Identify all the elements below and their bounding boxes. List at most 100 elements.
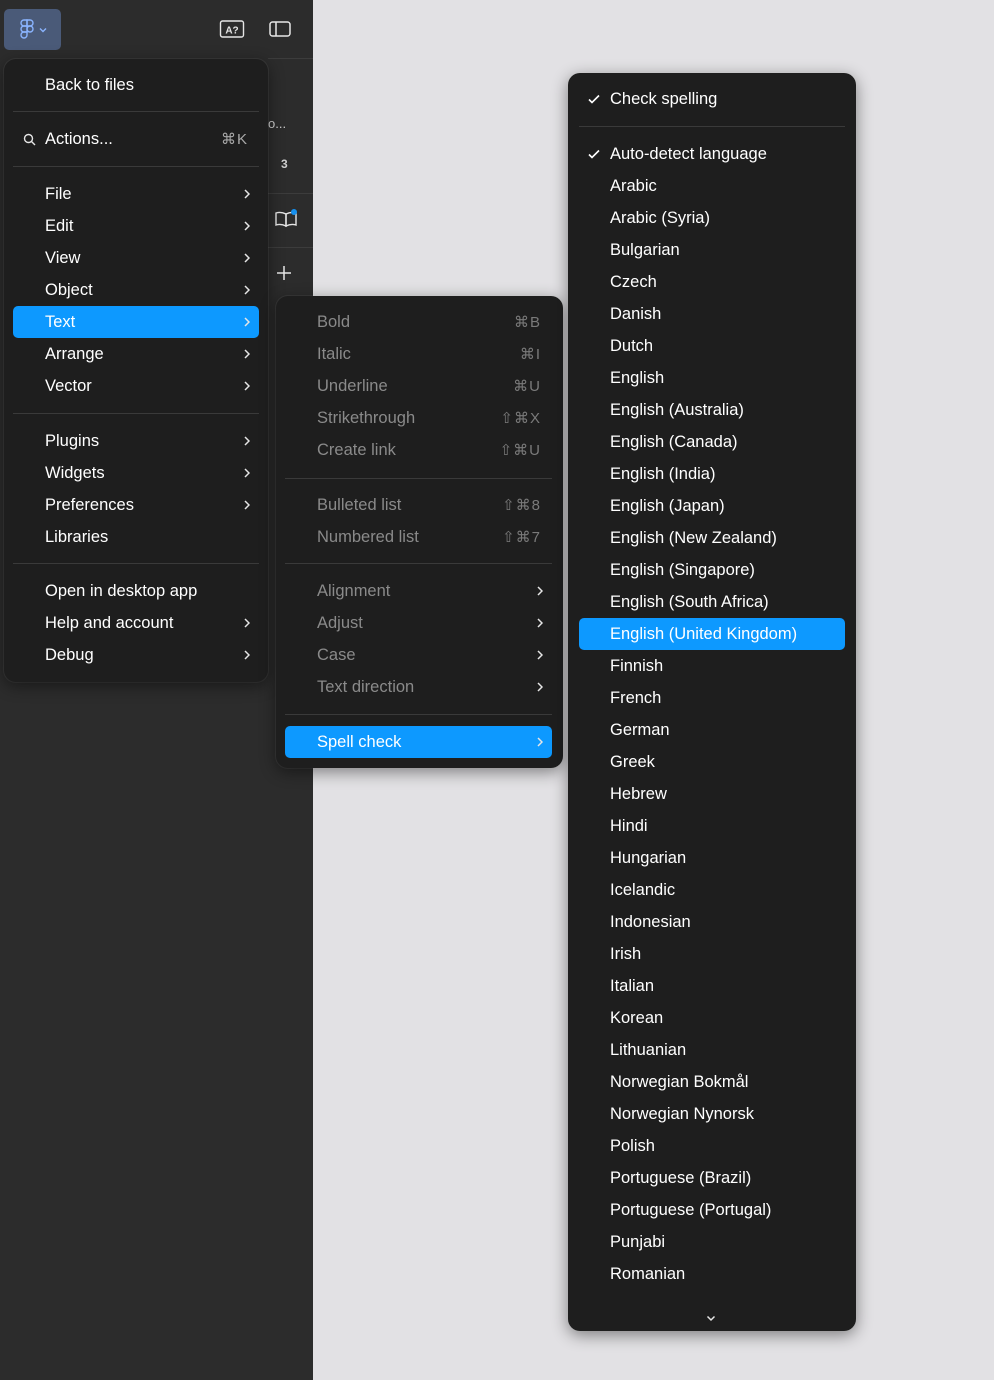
menu-item-arrange[interactable]: Arrange bbox=[13, 338, 259, 370]
language-hungarian[interactable]: Hungarian bbox=[579, 842, 845, 874]
main-menu-button[interactable] bbox=[4, 9, 61, 50]
language-english-united-kingdom[interactable]: English (United Kingdom) bbox=[579, 618, 845, 650]
menu-item-edit[interactable]: Edit bbox=[13, 210, 259, 242]
check-spelling-item-label: Check spelling bbox=[610, 89, 718, 108]
menu-separator bbox=[13, 111, 259, 112]
language-romanian[interactable]: Romanian bbox=[579, 1258, 845, 1290]
language-english-japan[interactable]: English (Japan) bbox=[579, 490, 845, 522]
language-english-india[interactable]: English (India) bbox=[579, 458, 845, 490]
text-item-text-direction-label: Text direction bbox=[317, 677, 415, 696]
language-finnish[interactable]: Finnish bbox=[579, 650, 845, 682]
back-to-files-item[interactable]: Back to files bbox=[13, 69, 259, 101]
sidebar-divider bbox=[268, 58, 313, 59]
menu-item-view[interactable]: View bbox=[13, 242, 259, 274]
menu-item-open-in-desktop-app-label: Open in desktop app bbox=[45, 581, 198, 600]
text-item-bulleted-list[interactable]: Bulleted list ⇧⌘8 bbox=[285, 489, 552, 521]
language-portuguese-brazil[interactable]: Portuguese (Brazil) bbox=[579, 1162, 845, 1194]
menu-item-plugins-label: Plugins bbox=[45, 431, 100, 450]
language-czech[interactable]: Czech bbox=[579, 266, 845, 298]
text-item-case-label: Case bbox=[317, 645, 356, 664]
text-item-text-direction[interactable]: Text direction bbox=[285, 671, 552, 703]
menu-item-vector[interactable]: Vector bbox=[13, 370, 259, 402]
menu-item-open-in-desktop-app[interactable]: Open in desktop app bbox=[13, 575, 259, 607]
language-arabic[interactable]: Arabic bbox=[579, 170, 845, 202]
language-hebrew[interactable]: Hebrew bbox=[579, 778, 845, 810]
menu-item-object[interactable]: Object bbox=[13, 274, 259, 306]
language-punjabi[interactable]: Punjabi bbox=[579, 1226, 845, 1258]
language-danish[interactable]: Danish bbox=[579, 298, 845, 330]
language-indonesian[interactable]: Indonesian bbox=[579, 906, 845, 938]
text-item-strikethrough[interactable]: Strikethrough ⇧⌘X bbox=[285, 402, 552, 434]
language-hindi[interactable]: Hindi bbox=[579, 810, 845, 842]
text-item-alignment[interactable]: Alignment bbox=[285, 575, 552, 607]
language-italian[interactable]: Italian bbox=[579, 970, 845, 1002]
language-hindi-label: Hindi bbox=[610, 816, 648, 835]
language-dutch[interactable]: Dutch bbox=[579, 330, 845, 362]
menu-item-libraries[interactable]: Libraries bbox=[13, 521, 259, 553]
menu-item-widgets-label: Widgets bbox=[45, 463, 105, 482]
language-english-new-zealand[interactable]: English (New Zealand) bbox=[579, 522, 845, 554]
menu-item-preferences[interactable]: Preferences bbox=[13, 489, 259, 521]
language-norwegian-nynorsk[interactable]: Norwegian Nynorsk bbox=[579, 1098, 845, 1130]
language-english-india-label: English (India) bbox=[610, 464, 716, 483]
language-english-south-africa[interactable]: English (South Africa) bbox=[579, 586, 845, 618]
text-item-underline[interactable]: Underline ⌘U bbox=[285, 370, 552, 402]
text-item-bulleted-list-label: Bulleted list bbox=[317, 495, 402, 514]
language-arabic-syria[interactable]: Arabic (Syria) bbox=[579, 202, 845, 234]
text-item-bulleted-list-shortcut: ⇧⌘8 bbox=[502, 497, 541, 514]
text-item-create-link[interactable]: Create link ⇧⌘U bbox=[285, 434, 552, 466]
language-english-singapore[interactable]: English (Singapore) bbox=[579, 554, 845, 586]
text-item-underline-shortcut: ⌘U bbox=[513, 378, 541, 395]
language-portuguese-portugal[interactable]: Portuguese (Portugal) bbox=[579, 1194, 845, 1226]
sidebar-toggle-icon[interactable] bbox=[268, 18, 292, 40]
menu-item-debug[interactable]: Debug bbox=[13, 639, 259, 671]
language-lithuanian[interactable]: Lithuanian bbox=[579, 1034, 845, 1066]
chevron-down-icon[interactable] bbox=[706, 1309, 718, 1322]
language-english[interactable]: English bbox=[579, 362, 845, 394]
language-english-canada[interactable]: English (Canada) bbox=[579, 426, 845, 458]
language-norwegian-bokm-l[interactable]: Norwegian Bokmål bbox=[579, 1066, 845, 1098]
checkmark-icon bbox=[587, 92, 601, 106]
menu-item-plugins[interactable]: Plugins bbox=[13, 425, 259, 457]
language-norwegian-bokm-l-label: Norwegian Bokmål bbox=[610, 1072, 749, 1091]
menu-item-object-label: Object bbox=[45, 280, 93, 299]
menu-item-text[interactable]: Text bbox=[13, 306, 259, 338]
menu-item-help-and-account[interactable]: Help and account bbox=[13, 607, 259, 639]
plus-icon[interactable] bbox=[276, 265, 292, 281]
language-german[interactable]: German bbox=[579, 714, 845, 746]
actions-item[interactable]: Actions... ⌘K bbox=[13, 123, 259, 155]
menu-item-widgets[interactable]: Widgets bbox=[13, 457, 259, 489]
language-bulgarian[interactable]: Bulgarian bbox=[579, 234, 845, 266]
language-french[interactable]: French bbox=[579, 682, 845, 714]
language-irish[interactable]: Irish bbox=[579, 938, 845, 970]
check-spelling-item[interactable]: Check spelling bbox=[579, 83, 845, 115]
language-polish[interactable]: Polish bbox=[579, 1130, 845, 1162]
language-polish-label: Polish bbox=[610, 1136, 655, 1155]
chevron-right-icon bbox=[241, 284, 253, 296]
text-item-case[interactable]: Case bbox=[285, 639, 552, 671]
text-item-create-link-shortcut: ⇧⌘U bbox=[499, 442, 541, 459]
auto-detect-language-item[interactable]: Auto-detect language bbox=[579, 138, 845, 170]
language-portuguese-brazil-label: Portuguese (Brazil) bbox=[610, 1168, 752, 1187]
menu-item-preferences-label: Preferences bbox=[45, 495, 134, 514]
language-korean[interactable]: Korean bbox=[579, 1002, 845, 1034]
text-item-italic-label: Italic bbox=[317, 344, 351, 363]
text-ai-icon[interactable]: A? bbox=[219, 18, 245, 40]
language-english-australia[interactable]: English (Australia) bbox=[579, 394, 845, 426]
chevron-right-icon bbox=[241, 380, 253, 392]
svg-text:A?: A? bbox=[225, 26, 238, 37]
text-item-bold[interactable]: Bold ⌘B bbox=[285, 306, 552, 338]
text-item-strikethrough-label: Strikethrough bbox=[317, 408, 416, 427]
search-icon bbox=[23, 132, 37, 146]
language-greek[interactable]: Greek bbox=[579, 746, 845, 778]
sidebar-divider bbox=[268, 247, 313, 248]
text-item-italic[interactable]: Italic ⌘I bbox=[285, 338, 552, 370]
language-icelandic[interactable]: Icelandic bbox=[579, 874, 845, 906]
text-item-adjust[interactable]: Adjust bbox=[285, 607, 552, 639]
language-bulgarian-label: Bulgarian bbox=[610, 240, 680, 259]
text-item-numbered-list[interactable]: Numbered list ⇧⌘7 bbox=[285, 521, 552, 553]
text-item-spell-check[interactable]: Spell check bbox=[285, 726, 552, 758]
chevron-right-icon bbox=[241, 649, 253, 661]
menu-item-file[interactable]: File bbox=[13, 178, 259, 210]
language-dutch-label: Dutch bbox=[610, 336, 654, 355]
